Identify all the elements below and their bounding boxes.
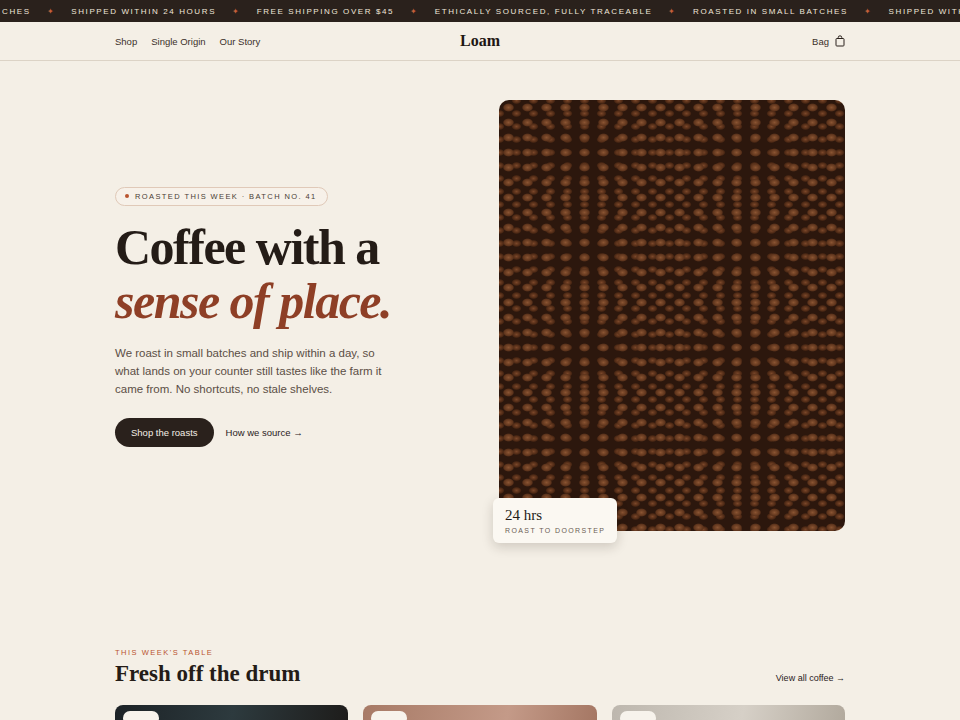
top-nav: Shop Single Origin Our Story Loam Bag [0,22,960,61]
separator-icon: ✦ [864,7,873,16]
separator-icon: ✦ [232,7,241,16]
bag-button[interactable]: Bag [812,35,845,47]
announcement-item: CHES [2,7,31,16]
hero-copy: ROASTED THIS WEEK · BATCH NO. 41 Coffee w… [115,184,459,447]
section-title: Fresh off the drum [115,661,300,687]
hero-media: 24 hrs ROAST TO DOORSTEP [499,100,845,531]
nav-links: Shop Single Origin Our Story [115,36,460,47]
product-tag [123,711,159,720]
stat-label: ROAST TO DOORSTEP [505,527,605,534]
nav-link[interactable]: Single Origin [151,36,205,47]
announcement-item: FREE SHIPPING OVER $45 [257,7,394,16]
nav-link[interactable]: Our Story [220,36,261,47]
bag-icon[interactable] [835,35,845,47]
announcement-item: SHIPPED WITHIN 24 HOURS [71,7,216,16]
badge-text: ROASTED THIS WEEK · BATCH NO. 41 [135,192,317,201]
product-card[interactable] [115,705,348,720]
announcement-item: SHIPPED WITHIN 24 HOURS [889,7,960,16]
bag-label[interactable]: Bag [812,36,829,47]
source-link[interactable]: How we source → [226,427,303,438]
separator-icon: ✦ [410,7,419,16]
title-accent: sense of place. [115,274,459,328]
section-header: THIS WEEK'S TABLE Fresh off the drum View … [115,648,845,687]
product-card[interactable] [612,705,845,720]
status-dot-icon [125,194,129,198]
title-line: Coffee with a [115,219,379,275]
batch-badge: ROASTED THIS WEEK · BATCH NO. 41 [115,187,328,206]
nav-link[interactable]: Shop [115,36,137,47]
separator-icon: ✦ [668,7,677,16]
hero-title: Coffee with asense of place. [115,220,459,328]
featured-section: THIS WEEK'S TABLE Fresh off the drum View … [0,531,960,720]
announcement-bar: CHES ✦ SHIPPED WITHIN 24 HOURS ✦ FREE SHIPPI… [0,0,960,22]
product-card[interactable] [363,705,596,720]
stat-value: 24 hrs [505,507,605,524]
product-tag [371,711,407,720]
announcement-item: ROASTED IN SMALL BATCHES [693,7,848,16]
hero-actions: Shop the roasts How we source → [115,418,459,447]
product-tag [620,711,656,720]
logo[interactable]: Loam [460,32,500,50]
shop-button[interactable]: Shop the roasts [115,418,214,447]
hero-body: We roast in small batches and ship withi… [115,344,400,398]
hero: ROASTED THIS WEEK · BATCH NO. 41 Coffee w… [0,61,960,531]
product-grid [115,705,845,720]
section-heading: THIS WEEK'S TABLE Fresh off the drum [115,648,300,687]
stat-card: 24 hrs ROAST TO DOORSTEP [493,498,617,543]
separator-icon: ✦ [47,7,56,16]
coffee-beans-photo [499,100,845,531]
view-all-link[interactable]: View all coffee → [776,673,845,687]
announcement-item: ETHICALLY SOURCED, FULLY TRACEABLE [435,7,653,16]
section-eyebrow: THIS WEEK'S TABLE [115,648,300,657]
